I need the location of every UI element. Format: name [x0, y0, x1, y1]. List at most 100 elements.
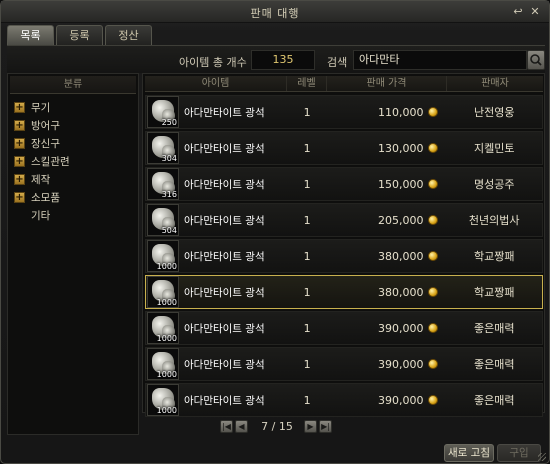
resize-grip[interactable] [538, 453, 546, 461]
plus-icon[interactable]: + [14, 155, 25, 167]
category-armor[interactable]: + 방어구 [8, 116, 138, 134]
table-row[interactable]: 1000 아다만타이트 광석 1 380,000 학교짱패 [145, 239, 543, 273]
item-cell: 1000 아다만타이트 광석 [146, 348, 287, 380]
restore-icon[interactable]: ↩ [511, 5, 525, 19]
item-slot[interactable]: 304 [147, 132, 179, 164]
next-page-button[interactable]: ▶ [304, 419, 317, 433]
item-level: 1 [303, 213, 311, 227]
table-row[interactable]: 304 아다만타이트 광석 1 130,000 지켈민토 [145, 131, 543, 165]
item-quantity: 304 [161, 154, 177, 163]
last-page-button[interactable]: ▶| [319, 419, 332, 433]
category-consumable[interactable]: + 소모품 [8, 188, 138, 206]
coin-icon [428, 179, 439, 189]
item-name: 아다만타이트 광석 [184, 250, 265, 263]
category-weapon[interactable]: + 무기 [8, 98, 138, 116]
item-slot[interactable]: 316 [147, 168, 179, 200]
item-name: 아다만타이트 광석 [184, 358, 265, 371]
seller-name: 명성공주 [473, 178, 515, 191]
item-slot[interactable]: 1000 [147, 348, 179, 380]
price-cell: 390,000 [327, 322, 446, 335]
price-cell: 380,000 [327, 286, 446, 299]
plus-icon[interactable]: + [14, 119, 25, 131]
category-skill[interactable]: + 스킬관련 [8, 152, 138, 170]
category-etc[interactable]: 기타 [8, 206, 138, 224]
prev-page-button[interactable]: ◀ [235, 419, 248, 433]
plus-icon[interactable]: + [14, 101, 25, 113]
seller-name: 좋은매력 [473, 394, 515, 407]
item-price: 380,000 [377, 249, 424, 263]
item-cell: 250 아다만타이트 광석 [146, 96, 287, 128]
coin-icon [428, 287, 439, 297]
buy-button[interactable]: 구입 [497, 444, 541, 462]
category-header: 분류 [10, 76, 136, 94]
item-slot[interactable]: 1000 [147, 384, 179, 416]
seller-name: 좋은매력 [473, 358, 515, 371]
category-label: 스킬관련 [31, 155, 70, 168]
item-slot[interactable]: 1000 [147, 240, 179, 272]
table-body: 250 아다만타이트 광석 1 110,000 난전영웅 304 아다만타이트 광석 1 130… [145, 95, 543, 419]
category-label: 기타 [31, 209, 51, 222]
tab-settlement[interactable]: 정산 [105, 25, 152, 45]
header-level[interactable]: 레벨 [287, 76, 327, 91]
item-name: 아다만타이트 광석 [184, 178, 265, 191]
item-quantity: 504 [161, 226, 177, 235]
header-item[interactable]: 아이템 [145, 76, 287, 91]
tab-list[interactable]: 목록 [7, 25, 54, 45]
first-page-button[interactable]: |◀ [220, 419, 233, 433]
plus-icon[interactable]: + [14, 173, 25, 185]
search-icon [530, 54, 542, 66]
summary-bar: 아이템 총 개수 135 검색 아다만타 [7, 45, 545, 73]
table-row[interactable]: 316 아다만타이트 광석 1 150,000 명성공주 [145, 167, 543, 201]
header-seller[interactable]: 판매자 [447, 76, 543, 91]
plus-icon[interactable]: + [14, 137, 25, 149]
item-slot[interactable]: 1000 [147, 276, 179, 308]
seller-name: 천년의법사 [468, 214, 520, 227]
table-row[interactable]: 504 아다만타이트 광석 1 205,000 천년의법사 [145, 203, 543, 237]
price-cell: 390,000 [327, 358, 446, 371]
item-slot[interactable]: 504 [147, 204, 179, 236]
table-header: 아이템 레벨 판매 가격 판매자 [145, 76, 543, 92]
close-icon[interactable]: ✕ [528, 5, 542, 19]
title-bar[interactable]: 판매 대행 ↩ ✕ [1, 1, 549, 23]
item-name: 아다만타이트 광석 [184, 286, 265, 299]
item-cell: 304 아다만타이트 광석 [146, 132, 287, 164]
category-sidebar: 분류 + 무기 + 방어구 + 장신구 + 스킬관련 + 제작 + 소모품 기타 [7, 73, 139, 435]
table-row[interactable]: 1000 아다만타이트 광석 1 390,000 좋은매력 [145, 347, 543, 381]
item-count-value: 135 [251, 50, 315, 70]
category-accessory[interactable]: + 장신구 [8, 134, 138, 152]
category-crafting[interactable]: + 제작 [8, 170, 138, 188]
item-level: 1 [303, 393, 311, 407]
item-quantity: 1000 [156, 334, 177, 343]
item-level: 1 [303, 357, 311, 371]
item-slot[interactable]: 1000 [147, 312, 179, 344]
item-quantity: 250 [161, 118, 177, 127]
plus-icon[interactable]: + [14, 191, 25, 203]
item-cell: 1000 아다만타이트 광석 [146, 240, 287, 272]
item-name: 아다만타이트 광석 [184, 322, 265, 335]
item-price: 390,000 [377, 321, 424, 335]
header-price[interactable]: 판매 가격 [327, 76, 447, 91]
tab-register[interactable]: 등록 [56, 25, 103, 45]
consignment-window: 판매 대행 ↩ ✕ 목록 등록 정산 아이템 총 개수 135 검색 아다만타 … [0, 0, 550, 464]
table-row[interactable]: 1000 아다만타이트 광석 1 380,000 학교짱패 [145, 275, 543, 309]
item-price: 130,000 [377, 141, 424, 155]
coin-icon [428, 359, 439, 369]
item-level: 1 [303, 141, 311, 155]
table-row[interactable]: 1000 아다만타이트 광석 1 390,000 좋은매력 [145, 311, 543, 345]
category-label: 제작 [31, 173, 51, 186]
item-slot[interactable]: 250 [147, 96, 179, 128]
item-level: 1 [303, 249, 311, 263]
item-price: 380,000 [377, 285, 424, 299]
search-label: 검색 [327, 56, 348, 69]
search-button[interactable] [527, 50, 545, 70]
table-row[interactable]: 250 아다만타이트 광석 1 110,000 난전영웅 [145, 95, 543, 129]
seller-name: 학교짱패 [473, 286, 515, 299]
search-input[interactable]: 아다만타 [353, 50, 527, 70]
page-indicator: 7 / 15 [261, 419, 293, 433]
coin-icon [428, 215, 439, 225]
item-level: 1 [303, 321, 311, 335]
table-row[interactable]: 1000 아다만타이트 광석 1 390,000 좋은매력 [145, 383, 543, 417]
category-label: 소모품 [31, 191, 60, 204]
listing-table: 아이템 레벨 판매 가격 판매자 250 아다만타이트 광석 1 110,000 난전영… [142, 73, 545, 417]
refresh-button[interactable]: 새로 고침 [444, 444, 494, 462]
